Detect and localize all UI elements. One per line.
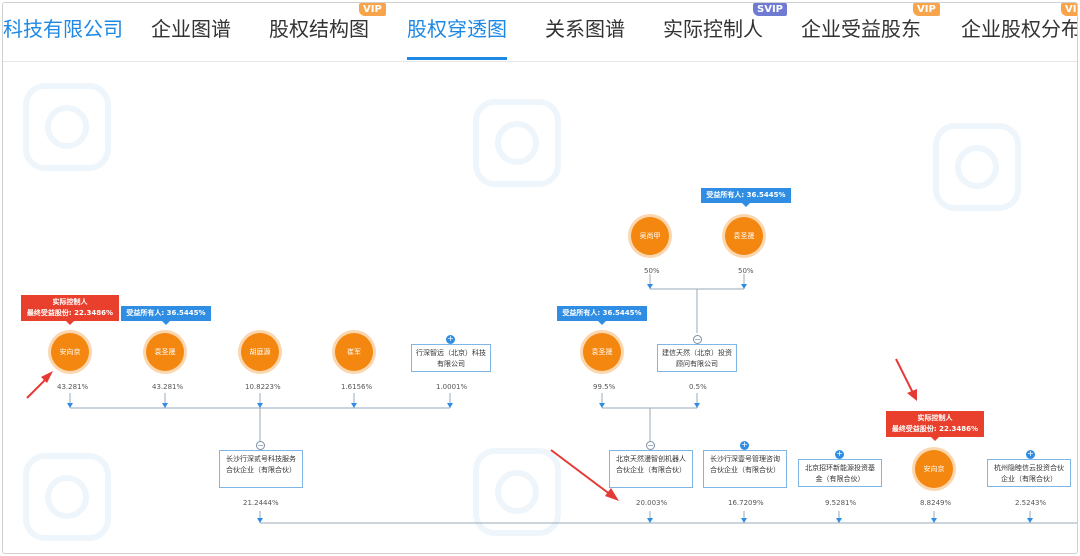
- shareholder-node[interactable]: 安向京: [51, 333, 89, 371]
- company-node[interactable]: 行深智远（北京）科技有限公司: [411, 344, 491, 372]
- shareholder-node[interactable]: 吴尚甲: [631, 217, 669, 255]
- shareholder-node[interactable]: 袁圣晟: [583, 333, 621, 371]
- share-percent: 50%: [644, 267, 660, 275]
- collapse-minus-icon[interactable]: −: [693, 335, 702, 344]
- shareholder-node[interactable]: 胡庭源: [241, 333, 279, 371]
- share-percent: 0.5%: [689, 383, 707, 391]
- collapse-minus-icon[interactable]: −: [256, 441, 265, 450]
- company-node[interactable]: 北京天然漫智创机器人合伙企业（有限合伙）: [609, 450, 693, 488]
- tag-line: 最终受益股份: 22.3486%: [891, 425, 979, 433]
- share-percent: 1.6156%: [341, 383, 373, 391]
- beneficial-owner-tag: 受益所有人: 36.5445%: [701, 188, 791, 207]
- beneficial-owner-tag: 受益所有人: 36.5445%: [121, 306, 211, 325]
- share-percent: 20.003%: [636, 499, 668, 507]
- expand-plus-icon[interactable]: +: [835, 450, 844, 459]
- tag-title: 实际控制人: [917, 414, 953, 422]
- share-percent: 99.5%: [593, 383, 616, 391]
- beneficial-owner-tag: 受益所有人: 36.5445%: [557, 306, 647, 325]
- share-percent: 8.8249%: [920, 499, 952, 507]
- company-node[interactable]: 长沙行深贰号科技服务合伙企业（有限合伙）: [219, 450, 303, 488]
- share-percent: 2.5243%: [1015, 499, 1047, 507]
- tag-line: 最终受益股份: 22.3486%: [26, 309, 114, 317]
- expand-plus-icon[interactable]: +: [1026, 450, 1035, 459]
- shareholder-node[interactable]: 安向京: [915, 450, 953, 488]
- share-percent: 43.281%: [152, 383, 184, 391]
- share-percent: 43.281%: [57, 383, 89, 391]
- company-node[interactable]: 杭州隐睦信云投资合伙企业（有限合伙）: [987, 459, 1071, 487]
- shareholder-node[interactable]: 崔军: [335, 333, 373, 371]
- share-percent: 10.8223%: [245, 383, 281, 391]
- company-node[interactable]: 北京招环新能源投资基金（有限合伙）: [798, 459, 882, 487]
- share-percent: 16.7209%: [728, 499, 764, 507]
- company-node[interactable]: 建信天然（北京）投资顾问有限公司: [657, 344, 737, 372]
- share-percent: 21.2444%: [243, 499, 279, 507]
- expand-plus-icon[interactable]: +: [740, 441, 749, 450]
- tag-title: 实际控制人: [52, 298, 88, 306]
- company-node[interactable]: 长沙行深壹号管理咨询合伙企业（有限合伙）: [703, 450, 787, 488]
- share-percent: 1.0001%: [436, 383, 468, 391]
- shareholder-node[interactable]: 袁圣晟: [725, 217, 763, 255]
- actual-controller-tag: 实际控制人 最终受益股份: 22.3486%: [886, 411, 984, 441]
- shareholder-node[interactable]: 袁圣晟: [146, 333, 184, 371]
- expand-plus-icon[interactable]: +: [446, 335, 455, 344]
- share-percent: 9.5281%: [825, 499, 857, 507]
- collapse-minus-icon[interactable]: −: [646, 441, 655, 450]
- actual-controller-tag: 实际控制人 最终受益股份: 22.3486%: [21, 295, 119, 325]
- equity-penetration-panel: 科技有限公司 企业图谱 股权结构图 VIP 股权穿透图 关系图谱 实际控制人 S…: [2, 2, 1078, 554]
- share-percent: 50%: [738, 267, 754, 275]
